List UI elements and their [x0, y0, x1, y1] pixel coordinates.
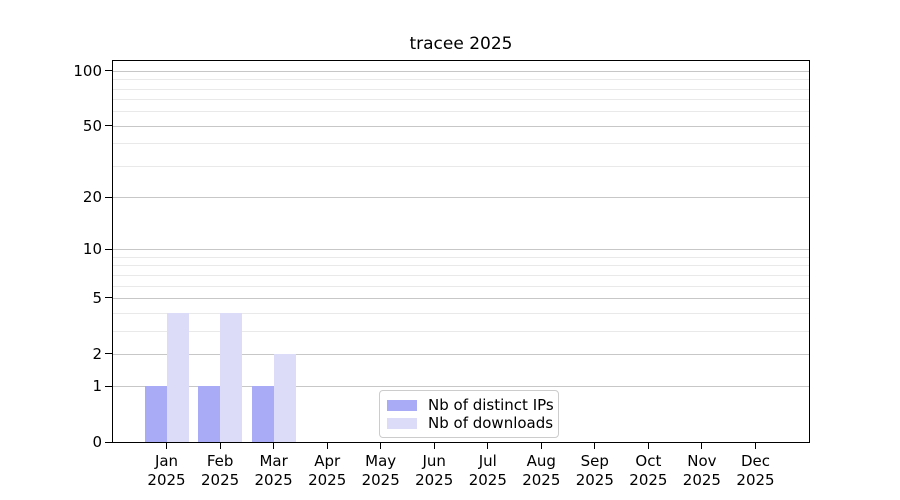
x-tick: [594, 443, 596, 449]
x-tick: [540, 443, 542, 449]
x-tick-month: May: [365, 452, 397, 470]
legend: Nb of distinct IPs Nb of downloads: [379, 390, 559, 438]
x-tick-label: Mar 2025: [244, 452, 304, 490]
y-tick: [105, 441, 112, 443]
bar-downloads: [273, 353, 296, 442]
x-tick: [755, 443, 756, 449]
x-tick-label: Sep 2025: [565, 452, 625, 490]
y-tick: [105, 196, 112, 198]
x-tick-month: Nov: [687, 452, 717, 470]
y-tick-label: 5: [92, 288, 102, 307]
x-tick-year: 2025: [736, 471, 775, 489]
chart-title: tracee 2025: [409, 34, 513, 54]
x-tick-month: Sep: [580, 452, 609, 470]
x-tick-label: Jul 2025: [458, 452, 518, 490]
bar-downloads: [220, 312, 243, 442]
bar-layer: [113, 61, 809, 442]
bar-distinct-ips: [198, 386, 221, 442]
x-tick-year: 2025: [361, 471, 400, 489]
x-tick: [219, 443, 221, 449]
x-tick-year: 2025: [682, 471, 721, 489]
y-tick-label: 100: [73, 61, 102, 80]
figure: tracee 2025 0 1 2 5 10 20 50 100 Jan 2025 Feb 2025…: [0, 0, 900, 500]
x-tick-year: 2025: [147, 471, 186, 489]
x-tick-month: Jul: [478, 452, 497, 470]
x-tick-label: Nov 2025: [672, 452, 732, 490]
x-tick-year: 2025: [629, 471, 668, 489]
y-tick: [105, 70, 112, 72]
x-tick-label: Aug 2025: [511, 452, 571, 490]
plot-area: [112, 60, 810, 443]
x-tick: [701, 443, 703, 449]
x-tick-label: May 2025: [351, 452, 411, 490]
bar-distinct-ips: [251, 386, 274, 442]
y-tick-label: 50: [82, 116, 102, 135]
x-tick-month: Jun: [422, 452, 446, 470]
x-tick-label: Apr 2025: [297, 452, 357, 490]
y-tick: [105, 248, 112, 250]
x-tick: [487, 443, 489, 449]
x-tick: [273, 443, 275, 449]
x-tick-year: 2025: [201, 471, 240, 489]
x-tick-label: Dec 2025: [726, 452, 786, 490]
y-tick-label: 10: [82, 240, 102, 259]
x-tick-label: Feb 2025: [190, 452, 250, 490]
x-tick: [433, 443, 435, 449]
legend-swatch-distinct-ips: [387, 400, 417, 411]
x-tick-month: Aug: [526, 452, 556, 470]
y-tick: [105, 385, 112, 387]
bar-distinct-ips: [144, 386, 167, 442]
legend-item-distinct-ips: Nb of distinct IPs: [387, 397, 554, 414]
y-tick-label: 0: [92, 433, 102, 451]
x-tick-month: Apr: [314, 452, 341, 470]
x-tick-year: 2025: [415, 471, 454, 489]
legend-swatch-downloads: [387, 418, 417, 429]
x-tick-label: Oct 2025: [618, 452, 678, 490]
y-tick-label: 20: [82, 188, 102, 207]
x-tick-month: Feb: [206, 452, 234, 470]
y-tick-label: 2: [92, 344, 102, 363]
x-tick: [647, 443, 649, 449]
y-tick: [105, 297, 112, 299]
y-tick: [105, 125, 112, 127]
x-tick-month: Oct: [635, 452, 662, 470]
legend-label-downloads: Nb of downloads: [428, 414, 554, 432]
x-tick: [166, 443, 167, 449]
legend-label-distinct-ips: Nb of distinct IPs: [428, 396, 554, 414]
x-tick-year: 2025: [522, 471, 561, 489]
x-tick-year: 2025: [254, 471, 293, 489]
x-tick-year: 2025: [468, 471, 507, 489]
x-tick: [326, 443, 328, 449]
y-tick-label: 1: [92, 377, 102, 396]
x-tick-month: Jan: [154, 452, 179, 470]
x-tick-year: 2025: [575, 471, 614, 489]
x-tick-label: Jun 2025: [404, 452, 464, 490]
y-tick: [105, 353, 112, 355]
x-tick-month: Dec: [740, 452, 771, 470]
bar-downloads: [166, 312, 189, 442]
legend-item-downloads: Nb of downloads: [387, 415, 553, 432]
x-tick-month: Mar: [259, 452, 288, 470]
x-tick: [380, 443, 382, 449]
x-tick-year: 2025: [308, 471, 347, 489]
x-tick-label: Jan 2025: [137, 452, 197, 490]
